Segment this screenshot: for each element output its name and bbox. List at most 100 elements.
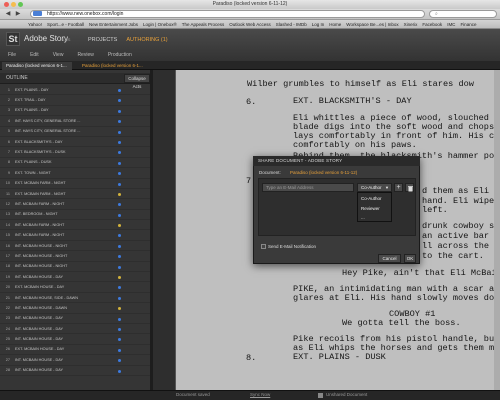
ok-button[interactable]: OK (404, 254, 416, 263)
bookmarks-bar: Yahoo! Sport...e - Football New Entertainm… (0, 20, 500, 29)
bookmark-item[interactable]: Yahoo! (28, 20, 42, 28)
scene-row[interactable]: 19 INT. MCBAIN HOUSE - DAY (0, 272, 150, 283)
scene-row-number: 18 (5, 264, 10, 269)
role-option-reviewer[interactable]: Reviewer (358, 204, 393, 213)
scene-marker-icon (118, 369, 121, 373)
bookmark-item[interactable]: Home (329, 20, 341, 28)
role-option-more[interactable]: ... (358, 213, 393, 222)
scene-row[interactable]: 17 INT. MCBAIN HOUSE - NIGHT (0, 251, 150, 262)
scene-marker-icon (118, 109, 121, 113)
sync-now-link[interactable]: Sync Now (250, 391, 270, 399)
bookmark-item[interactable]: IMC (447, 20, 455, 28)
scene-row[interactable]: 12 INT. MCBAIN FARM - NIGHT (0, 199, 150, 210)
scene-row[interactable]: 10 EXT. MCBAIN FARM - NIGHT (0, 179, 150, 189)
scene-row-title: INT. MCBAIN FARM - NIGHT (15, 233, 65, 238)
scene-marker-icon (118, 307, 121, 311)
scene-row[interactable]: 18 INT. MCBAIN HOUSE - NIGHT (0, 262, 150, 273)
bookmark-item[interactable]: Outlook Web Access (229, 20, 270, 28)
scene-row[interactable]: 14 INT. MCBAIN FARM - NIGHT (0, 220, 150, 231)
scene-marker-icon (118, 338, 121, 342)
outline-title: OUTLINE (6, 75, 28, 81)
add-button[interactable]: + (394, 183, 403, 192)
scene-row-number: 10 (5, 181, 10, 186)
scene-row-number: 15 (5, 233, 10, 238)
bookmark-item[interactable]: New Entertainment Jobs (89, 20, 138, 28)
bookmark-item[interactable]: Xinerix (404, 20, 418, 28)
scene-row[interactable]: 24 INT. MCBAIN HOUSE - DAY (0, 324, 150, 335)
url-field[interactable]: https://www.new.onebox.com/login (30, 10, 425, 18)
email-input[interactable] (262, 183, 354, 192)
scene-row[interactable]: 22 INT. MCBAIN HOUSE - DAWN (0, 303, 150, 314)
send-email-checkbox[interactable] (261, 244, 266, 249)
role-option-co-author[interactable]: Co-Author (358, 194, 393, 203)
bookmark-item[interactable]: Log In (312, 20, 325, 28)
nav-authoring[interactable]: AUTHORING (1) (126, 37, 167, 43)
role-select[interactable]: Co-Author ▼ (357, 183, 392, 192)
bookmark-item[interactable]: Slashed - IMDb (276, 20, 307, 28)
scene-row[interactable]: 28 INT. MCBAIN HOUSE - DAY (0, 366, 150, 376)
role-dropdown-menu: Co-Author Reviewer ... (357, 192, 392, 222)
scene-row-title: INT. MCBAIN FARM - NIGHT (15, 201, 65, 206)
scene-row[interactable]: 26 EXT. MCBAIN HOUSE - DAY (0, 345, 150, 356)
delete-button[interactable] (405, 183, 414, 192)
scene-row-number: 2 (7, 98, 10, 103)
nav-projects[interactable]: PROJECTS (88, 37, 117, 43)
menu-edit[interactable]: Edit (30, 50, 39, 61)
scene-row[interactable]: 16 INT. MCBAIN HOUSE - NIGHT (0, 241, 150, 252)
scene-row[interactable]: 23 INT. MCBAIN HOUSE - DAY (0, 314, 150, 324)
send-email-label: Send E-Mail Notification (268, 244, 317, 249)
scene-row[interactable]: 27 INT. MCBAIN HOUSE - DAY (0, 355, 150, 366)
scene-marker-icon (118, 348, 121, 352)
scene-row-title: EXT. MCBAIN FARM - NIGHT (15, 181, 66, 186)
scene-marker-icon (118, 151, 121, 155)
menu-file[interactable]: File (8, 50, 16, 61)
bookmark-item[interactable]: Sport...e - Football (47, 20, 84, 28)
scene-row[interactable]: 9 EXT. TOWN - NIGHT (0, 168, 150, 179)
bookmark-item[interactable]: Workspace Be...es | Inbox (346, 20, 398, 28)
scene-row[interactable]: 7 EXT. BLACKSMITH'S - DUSK (0, 147, 150, 158)
cancel-button[interactable]: Cancel (378, 254, 401, 263)
scene-marker-icon (118, 161, 121, 165)
bookmark-item[interactable]: Facebook (422, 20, 442, 28)
scene-row-title: EXT. PLAINS - DAY (15, 87, 49, 92)
menu-review[interactable]: Review (77, 50, 93, 61)
scene-row[interactable]: 8 EXT. PLAINS - DUSK (0, 158, 150, 169)
forward-icon[interactable]: ▶ (14, 10, 22, 18)
bookmark-item[interactable]: Login | Onebox® (143, 20, 177, 28)
scene-marker-icon (118, 296, 121, 300)
menu-production[interactable]: Production (108, 50, 132, 61)
scene-row-number: 27 (5, 357, 10, 362)
doc-tab-active[interactable]: Paradiso (locked version 6-1... (2, 62, 72, 70)
scene-row[interactable]: 2 EXT. TRAIL - DAY (0, 95, 150, 106)
scene-row[interactable]: 1 EXT. PLAINS - DAY (0, 85, 150, 96)
scene-row[interactable]: 20 EXT. MCBAIN HOUSE - DAY (0, 282, 150, 293)
back-icon[interactable]: ◀ (4, 10, 12, 18)
scene-row[interactable]: 11 EXT. MCBAIN FARM - NIGHT (0, 189, 150, 200)
doc-tab-inactive[interactable]: Paradiso (locked version 6-1... (78, 62, 156, 70)
scene-marker-icon (118, 327, 121, 331)
scene-row[interactable]: 21 INT. MCBAIN HOUSE, SIDE - DAWN (0, 293, 150, 304)
url-text: https://www.new.onebox.com/login (47, 11, 124, 17)
scene-row-number: 23 (5, 316, 10, 321)
scene-row-number: 19 (5, 274, 10, 279)
scene-row[interactable]: 4 INT. HAYS CITY, GENERAL STORE ... (0, 116, 150, 127)
menu-view[interactable]: View (53, 50, 64, 61)
scene-row-number: 9 (7, 170, 10, 175)
collapse-acts-button[interactable]: Collapse Acts (124, 74, 150, 89)
scene-row[interactable]: 3 EXT. PLAINS - DAY (0, 106, 150, 117)
scene-row[interactable]: 25 INT. MCBAIN HOUSE - DAY (0, 334, 150, 345)
scene-row-number: 24 (5, 326, 10, 331)
search-field[interactable]: ⌕ (429, 10, 497, 18)
chevron-down-icon: ▼ (385, 185, 389, 190)
scene-row-title: INT. BEDROOM - NIGHT (15, 212, 58, 217)
bookmark-item[interactable]: The Appeals Process (182, 20, 225, 28)
site-identity-icon[interactable] (33, 11, 42, 16)
scene-row[interactable]: 13 INT. BEDROOM - NIGHT (0, 210, 150, 221)
main-nav: PROJECTS AUTHORING (1) (88, 37, 168, 43)
bookmark-item[interactable]: Finance (460, 20, 476, 28)
scene-row[interactable]: 6 EXT. BLACKSMITH'S - DAY (0, 137, 150, 148)
document-tabs (0, 61, 500, 70)
scene-marker-icon (118, 359, 121, 363)
scene-row[interactable]: 15 INT. MCBAIN FARM - NIGHT (0, 230, 150, 241)
scene-row[interactable]: 5 INT. HAYS CITY, GENERAL STORE ... (0, 127, 150, 137)
